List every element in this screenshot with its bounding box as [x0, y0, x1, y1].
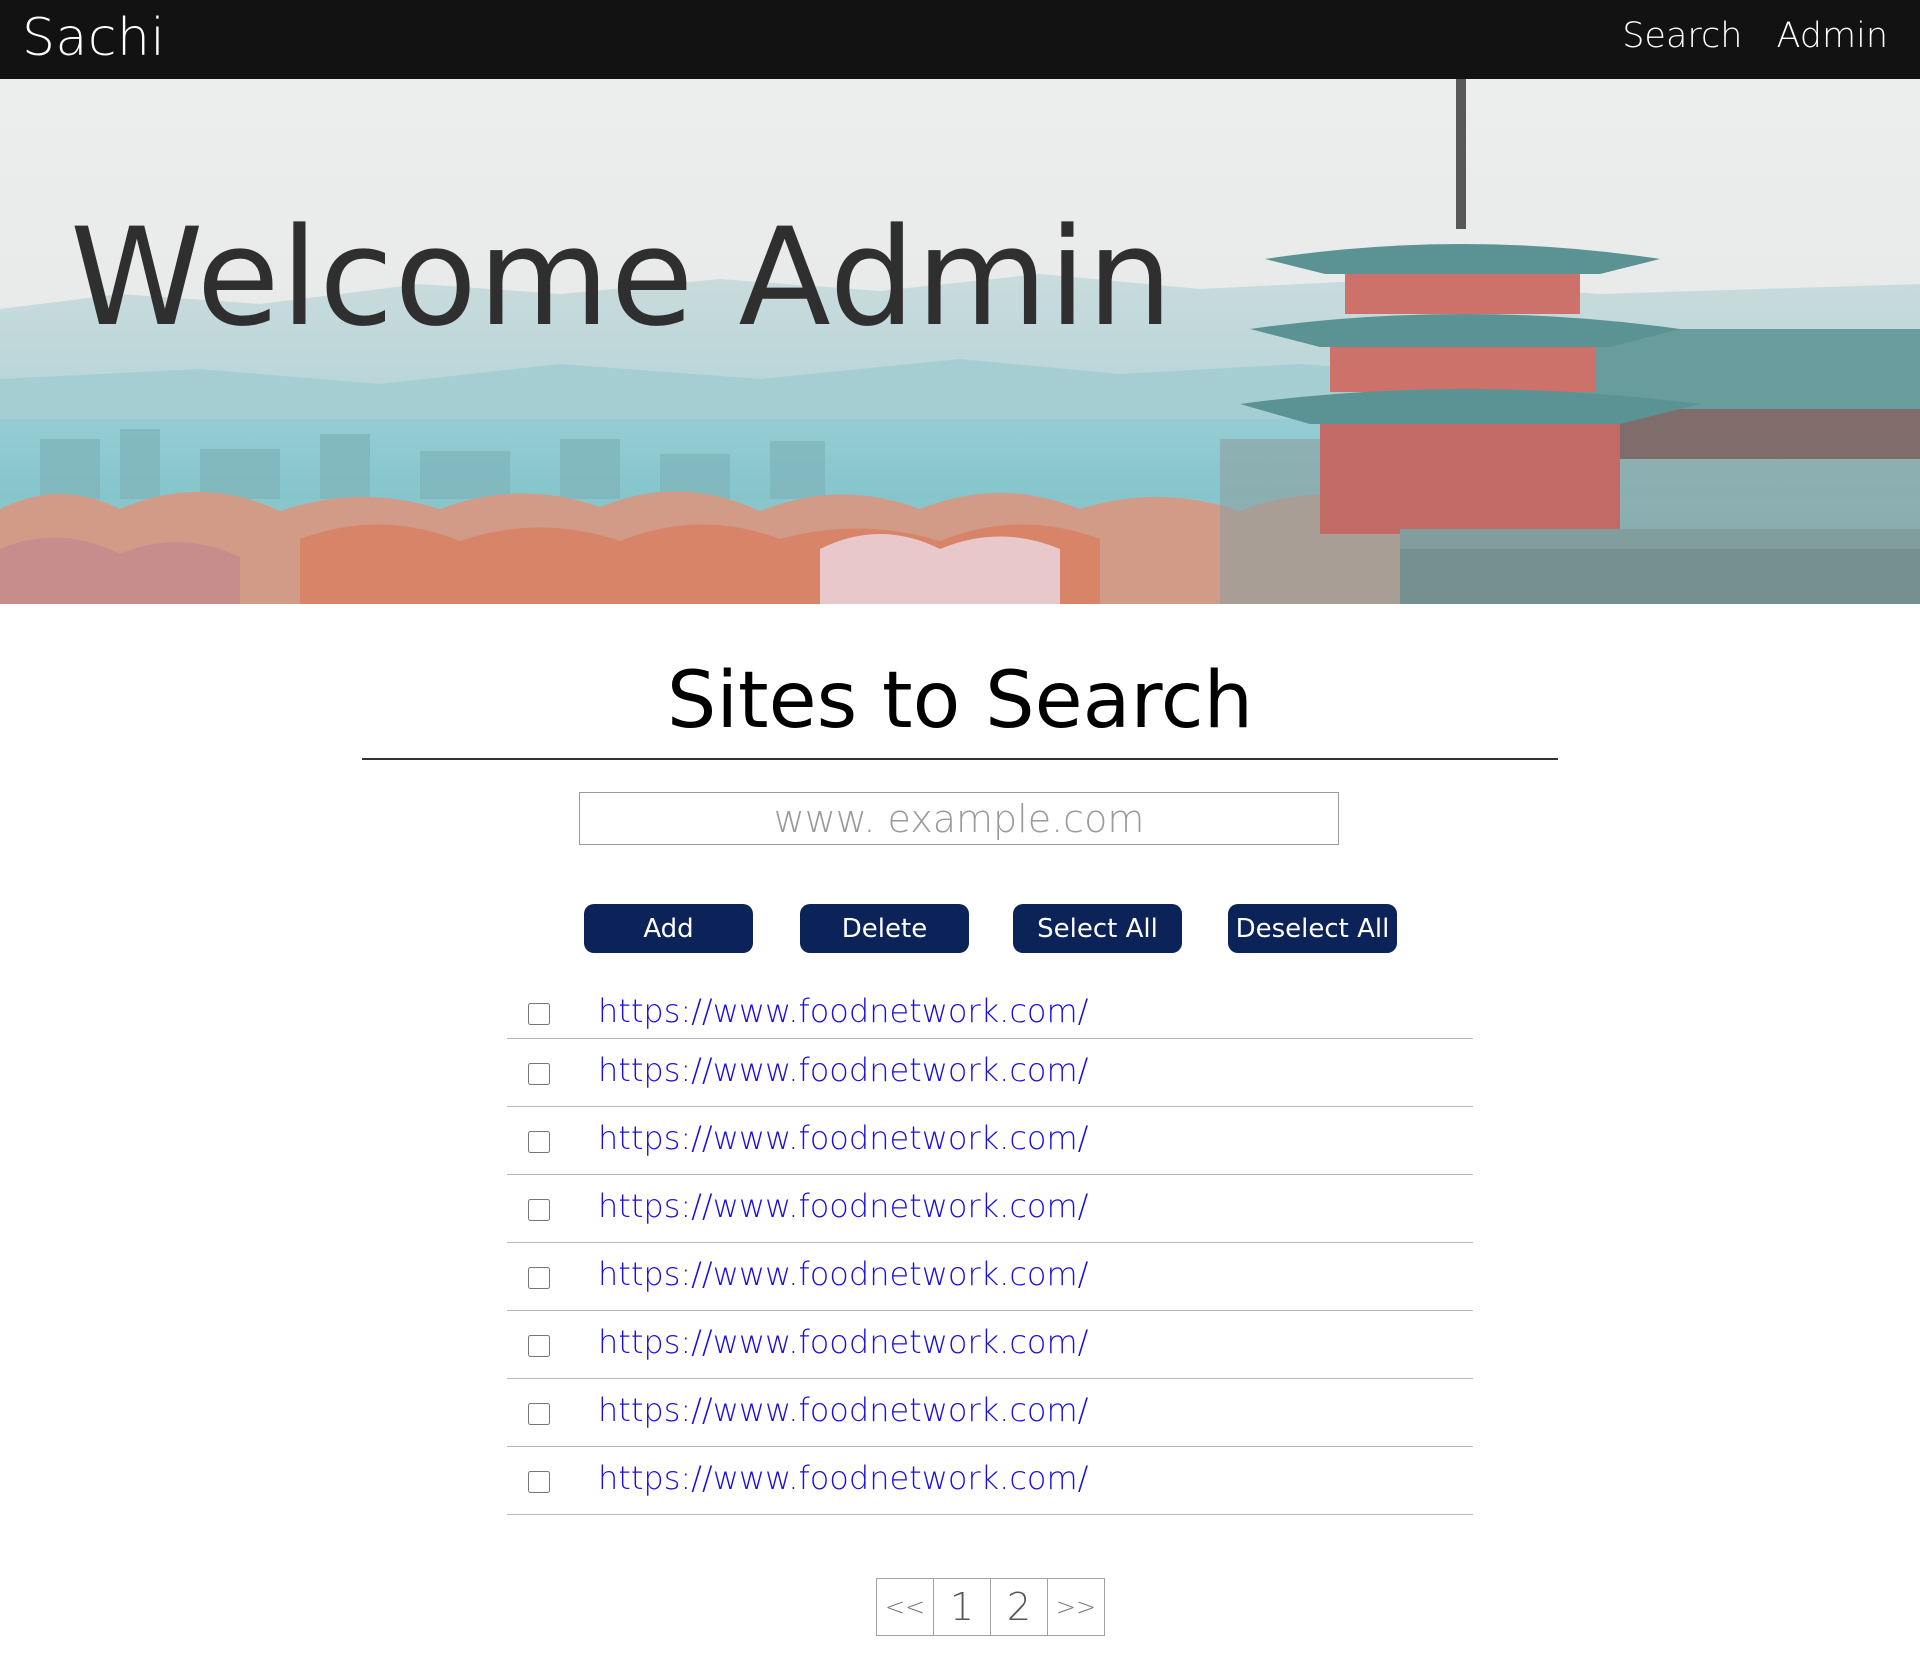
- list-item: https://www.foodnetwork.com/: [507, 1175, 1473, 1243]
- site-link[interactable]: https://www.foodnetwork.com/: [598, 1459, 1088, 1497]
- nav-links: Search Admin: [1622, 16, 1888, 56]
- list-item: https://www.foodnetwork.com/: [507, 1107, 1473, 1175]
- site-checkbox[interactable]: [528, 1199, 550, 1221]
- site-link[interactable]: https://www.foodnetwork.com/: [598, 1323, 1088, 1361]
- delete-button[interactable]: Delete: [800, 904, 969, 953]
- hero-banner: Welcome Admin: [0, 79, 1920, 604]
- nav-link-admin[interactable]: Admin: [1776, 16, 1888, 56]
- site-url-input[interactable]: [579, 792, 1339, 845]
- site-link[interactable]: https://www.foodnetwork.com/: [598, 1391, 1088, 1429]
- list-item: https://www.foodnetwork.com/: [507, 1039, 1473, 1107]
- brand-logo[interactable]: Sachi: [22, 8, 165, 68]
- pagination-prev-button[interactable]: <<: [877, 1579, 934, 1635]
- site-checkbox[interactable]: [528, 1063, 550, 1085]
- pagination-page-2[interactable]: 2: [991, 1579, 1048, 1635]
- nav-link-search[interactable]: Search: [1622, 16, 1742, 56]
- site-checkbox[interactable]: [528, 1471, 550, 1493]
- list-item: https://www.foodnetwork.com/: [507, 988, 1473, 1039]
- section-title: Sites to Search: [666, 656, 1254, 746]
- top-navbar: Sachi Search Admin: [0, 0, 1920, 79]
- site-link[interactable]: https://www.foodnetwork.com/: [598, 1187, 1088, 1225]
- select-all-button[interactable]: Select All: [1013, 904, 1182, 953]
- site-checkbox[interactable]: [528, 1403, 550, 1425]
- hero-title: Welcome Admin: [70, 199, 1174, 356]
- list-item: https://www.foodnetwork.com/: [507, 1447, 1473, 1515]
- site-link[interactable]: https://www.foodnetwork.com/: [598, 1051, 1088, 1089]
- site-checkbox[interactable]: [528, 1335, 550, 1357]
- site-link[interactable]: https://www.foodnetwork.com/: [598, 1119, 1088, 1157]
- site-list: https://www.foodnetwork.com/ https://www…: [507, 988, 1473, 1515]
- pagination-next-button[interactable]: >>: [1048, 1579, 1104, 1635]
- pagination: << 1 2 >>: [876, 1578, 1105, 1636]
- site-checkbox[interactable]: [528, 1003, 550, 1025]
- action-buttons: Add Delete Select All Deselect All: [0, 904, 1920, 954]
- site-checkbox[interactable]: [528, 1267, 550, 1289]
- deselect-all-button[interactable]: Deselect All: [1228, 904, 1397, 953]
- section-divider: [362, 758, 1558, 760]
- list-item: https://www.foodnetwork.com/: [507, 1243, 1473, 1311]
- site-link[interactable]: https://www.foodnetwork.com/: [598, 992, 1088, 1030]
- add-button[interactable]: Add: [584, 904, 753, 953]
- site-checkbox[interactable]: [528, 1131, 550, 1153]
- list-item: https://www.foodnetwork.com/: [507, 1379, 1473, 1447]
- list-item: https://www.foodnetwork.com/: [507, 1311, 1473, 1379]
- pagination-page-1[interactable]: 1: [934, 1579, 991, 1635]
- site-link[interactable]: https://www.foodnetwork.com/: [598, 1255, 1088, 1293]
